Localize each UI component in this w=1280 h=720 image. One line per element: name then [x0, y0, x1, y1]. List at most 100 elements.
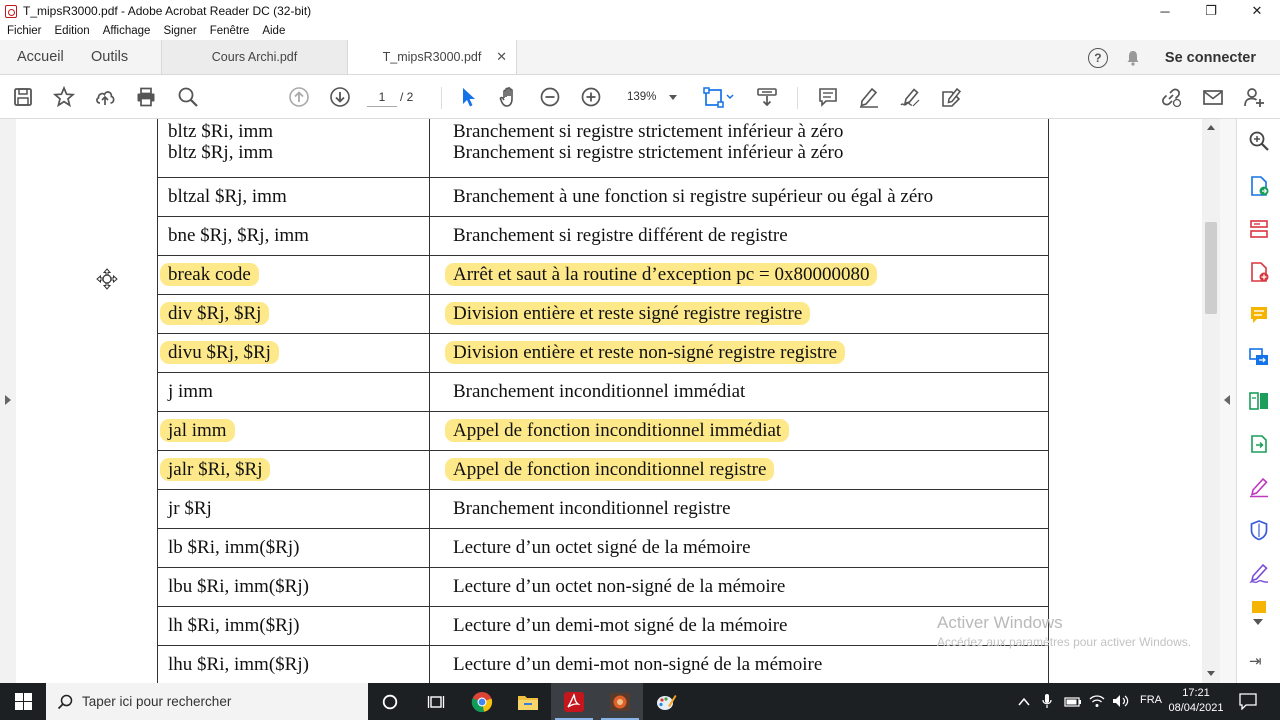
- help-icon[interactable]: ?: [1087, 47, 1108, 68]
- menu-fenetre[interactable]: Fenêtre: [210, 25, 250, 37]
- instruction-cell: div $Rj, $Rj: [157, 293, 430, 334]
- document-viewport[interactable]: bltz $Ri, imm bltz $Rj, imm Branchement …: [0, 119, 1236, 683]
- scrollbar-thumb[interactable]: [1205, 222, 1217, 314]
- tab-tools[interactable]: Outils: [91, 40, 161, 74]
- tabs-bar-right: ? Se connecter: [1087, 40, 1280, 75]
- close-button[interactable]: ✕: [1234, 0, 1280, 22]
- edit-pdf-icon[interactable]: [1247, 389, 1271, 413]
- table-row: bltz $Ri, imm bltz $Rj, imm Branchement …: [157, 119, 1049, 178]
- share-link-icon[interactable]: [1159, 85, 1183, 109]
- tab-document-mips[interactable]: T_mipsR3000.pdf ✕: [347, 40, 517, 74]
- input-language[interactable]: FRA: [1140, 694, 1162, 706]
- select-cursor-icon[interactable]: [456, 85, 480, 109]
- battery-icon[interactable]: [1064, 695, 1082, 713]
- scroll-down-icon[interactable]: [1207, 671, 1215, 676]
- acrobat-reader-taskbar-icon[interactable]: [551, 683, 597, 720]
- print-icon[interactable]: [134, 85, 158, 109]
- restore-button[interactable]: ❐: [1188, 0, 1234, 22]
- protect-shield-icon[interactable]: [1247, 518, 1271, 542]
- chevron-down-icon: [669, 95, 677, 100]
- wifi-icon[interactable]: [1088, 693, 1106, 714]
- email-icon[interactable]: [1201, 85, 1225, 109]
- description-text: Lecture d’un octet signé de la mémoire: [453, 536, 751, 558]
- sign-in-button[interactable]: Se connecter: [1165, 50, 1256, 66]
- organize-pages-icon[interactable]: [1247, 217, 1271, 241]
- highlighted-description-text: Appel de fonction inconditionnel registr…: [445, 457, 775, 481]
- microphone-icon[interactable]: [1042, 693, 1052, 714]
- cortana-icon[interactable]: [367, 683, 413, 720]
- more-tools-icon[interactable]: [1247, 601, 1271, 613]
- right-panel-toggle[interactable]: [1220, 119, 1236, 683]
- export-pdf-icon[interactable]: [1247, 174, 1271, 198]
- menu-fichier[interactable]: Fichier: [7, 25, 42, 37]
- share-document-icon[interactable]: [1247, 432, 1271, 456]
- menu-signer[interactable]: Signer: [163, 25, 196, 37]
- windows-start-button[interactable]: [0, 683, 46, 720]
- menu-edition[interactable]: Edition: [55, 25, 90, 37]
- previous-page-icon[interactable]: [287, 85, 311, 109]
- media-app-icon[interactable]: [597, 683, 643, 720]
- fill-sign-tool-icon[interactable]: [1247, 475, 1271, 499]
- notification-bell-icon[interactable]: [1126, 50, 1140, 66]
- request-signature-icon[interactable]: [1247, 561, 1271, 585]
- hand-tool-icon[interactable]: [497, 85, 521, 109]
- activation-watermark-title: Activer Windows: [937, 613, 1063, 632]
- window-title: T_mipsR3000.pdf - Adobe Acrobat Reader D…: [23, 4, 312, 18]
- task-view-icon[interactable]: [413, 683, 459, 720]
- paint-app-icon[interactable]: [643, 683, 689, 720]
- fit-page-icon[interactable]: [703, 85, 737, 109]
- highlight-pen-icon[interactable]: [857, 85, 881, 109]
- system-clock[interactable]: 17:21 08/04/2021: [1162, 686, 1230, 716]
- expand-left-panel-icon[interactable]: [5, 395, 11, 405]
- comment-tool-icon[interactable]: [1247, 303, 1271, 327]
- description-cell: Branchement inconditionnel immédiat: [429, 371, 1049, 412]
- right-tools-panel: ⇥: [1236, 119, 1280, 683]
- zoom-in-icon[interactable]: [579, 85, 603, 109]
- page-number-input[interactable]: 1: [367, 87, 397, 107]
- table-row: lhu $Ri, imm($Rj) Lecture d’un demi-mot …: [157, 644, 1049, 683]
- tab-home[interactable]: Accueil: [17, 40, 91, 74]
- sign-pen-icon[interactable]: [898, 85, 922, 109]
- notification-center-icon[interactable]: [1238, 692, 1258, 715]
- page-total: / 2: [400, 90, 414, 104]
- send-for-comments-icon[interactable]: [1247, 345, 1271, 369]
- chevron-up-icon[interactable]: [1018, 694, 1030, 712]
- fill-and-sign-icon[interactable]: [939, 85, 963, 109]
- taskbar-search-box[interactable]: Taper ici pour rechercher: [46, 683, 368, 720]
- minimize-button[interactable]: ─: [1142, 0, 1188, 22]
- menu-affichage[interactable]: Affichage: [103, 25, 151, 37]
- description-cell: Lecture d’un demi-mot non-signé de la mé…: [429, 644, 1049, 683]
- scroll-up-icon[interactable]: [1207, 125, 1215, 130]
- speaker-volume-icon[interactable]: [1112, 694, 1130, 713]
- toolbar-divider: [797, 87, 798, 109]
- left-panel-toggle[interactable]: [0, 119, 16, 683]
- scroll-mode-icon[interactable]: [755, 85, 779, 109]
- next-page-icon[interactable]: [328, 85, 352, 109]
- instruction-text: j imm: [168, 380, 213, 402]
- search-text-icon[interactable]: [1247, 129, 1271, 153]
- create-pdf-icon[interactable]: [1247, 260, 1271, 284]
- bookmark-star-icon[interactable]: [52, 85, 76, 109]
- file-explorer-icon[interactable]: [505, 683, 551, 720]
- instruction-cell: divu $Rj, $Rj: [157, 332, 430, 373]
- collapse-right-panel-icon[interactable]: [1224, 395, 1230, 405]
- zoom-out-icon[interactable]: [538, 85, 562, 109]
- save-icon[interactable]: [11, 85, 35, 109]
- chrome-icon[interactable]: [459, 683, 505, 720]
- comment-icon[interactable]: [816, 85, 840, 109]
- close-tab-icon[interactable]: ✕: [496, 49, 507, 65]
- search-placeholder: Taper ici pour rechercher: [82, 694, 232, 709]
- menu-aide[interactable]: Aide: [262, 25, 285, 37]
- collapse-panel-icon[interactable]: ⇥: [1249, 652, 1262, 670]
- highlighted-description-text: Division entière et reste signé registre…: [445, 301, 811, 325]
- search-zoom-icon[interactable]: [176, 85, 200, 109]
- vertical-scrollbar[interactable]: [1202, 119, 1220, 683]
- instruction-table: bltz $Ri, imm bltz $Rj, imm Branchement …: [157, 119, 1049, 683]
- upload-cloud-icon[interactable]: [93, 85, 117, 109]
- tab-document-label: Cours Archi.pdf: [211, 50, 298, 64]
- add-user-icon[interactable]: [1242, 85, 1266, 109]
- zoom-level-select[interactable]: 139%: [617, 87, 685, 107]
- chevron-down-icon[interactable]: [1253, 619, 1263, 625]
- instruction-text: bltz $Rj, imm: [168, 142, 274, 163]
- tab-document-cours-archi[interactable]: Cours Archi.pdf: [161, 40, 347, 74]
